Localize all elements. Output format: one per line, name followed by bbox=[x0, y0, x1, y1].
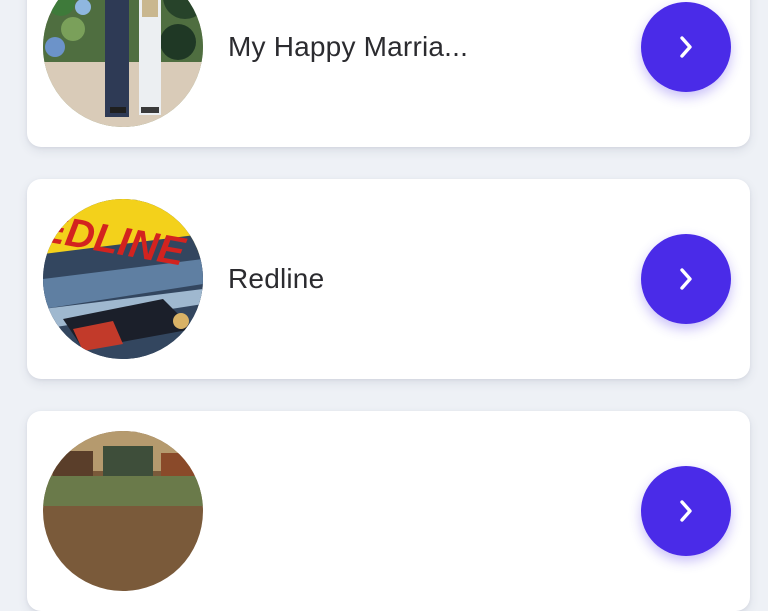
list-item[interactable]: My Happy Marria... bbox=[27, 0, 750, 147]
poster-image bbox=[43, 431, 203, 591]
poster-image bbox=[43, 0, 203, 127]
open-button[interactable] bbox=[641, 2, 731, 92]
anime-list: My Happy Marria... EDLINE Redline bbox=[0, 0, 768, 611]
item-title: Redline bbox=[228, 263, 325, 294]
item-title: My Happy Marria... bbox=[228, 31, 469, 62]
chevron-right-icon bbox=[680, 268, 692, 290]
chevron-right-icon bbox=[680, 36, 692, 58]
open-button[interactable] bbox=[641, 234, 731, 324]
chevron-right-icon bbox=[680, 500, 692, 522]
list-item[interactable]: EDLINE Redline bbox=[27, 179, 750, 379]
poster-image: EDLINE bbox=[43, 199, 203, 359]
list-item[interactable] bbox=[27, 411, 750, 611]
